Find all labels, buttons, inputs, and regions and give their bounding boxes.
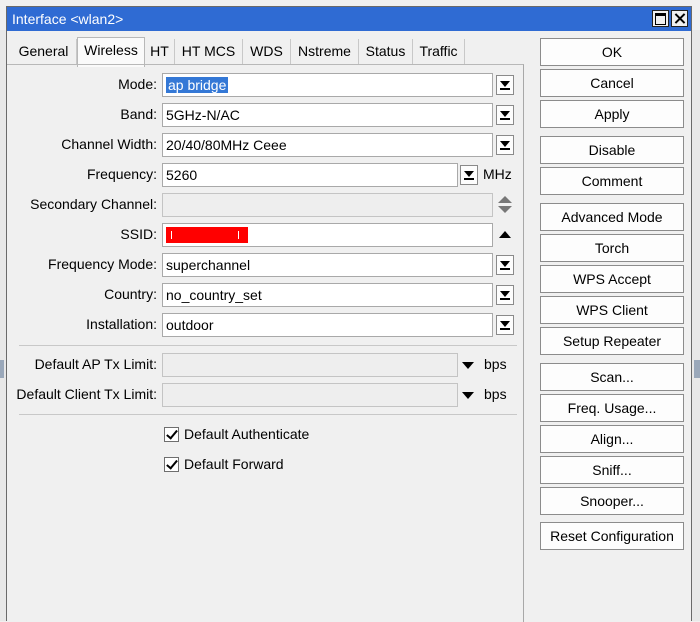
background-selected-row-left [0,360,4,378]
installation-row: Installation: outdoor [7,313,524,337]
tab-wireless[interactable]: Wireless [77,37,145,67]
disable-button[interactable]: Disable [540,136,684,164]
secondary-channel-up-icon[interactable] [498,196,512,203]
sniff-button[interactable]: Sniff... [540,456,684,484]
background-window-right [692,30,700,621]
tab-ht[interactable]: HT [145,39,175,65]
interface-dialog: Interface <wlan2> General Wireless HT HT… [6,6,692,622]
channel-width-row: Channel Width: 20/40/80MHz Ceee [7,133,524,157]
default-client-tx-limit-label: Default Client Tx Limit: [16,386,157,402]
country-label: Country: [104,286,157,302]
cancel-button[interactable]: Cancel [540,69,684,97]
frequency-row: Frequency: 5260 MHz [7,163,524,187]
tab-general[interactable]: General [11,39,77,65]
frequency-mode-select[interactable]: superchannel [162,253,493,277]
installation-label: Installation: [86,316,157,332]
mode-select[interactable]: ap bridge [162,73,493,97]
close-icon[interactable] [671,10,688,27]
frequency-dropdown-icon[interactable] [460,165,478,185]
secondary-channel-row: Secondary Channel: [7,193,524,217]
mode-label: Mode: [118,76,157,92]
background-selected-row-right [694,360,700,378]
title-bar[interactable]: Interface <wlan2> [7,7,691,31]
country-row: Country: no_country_set [7,283,524,307]
ssid-label: SSID: [120,226,157,242]
channel-width-select[interactable]: 20/40/80MHz Ceee [162,133,493,157]
reset-configuration-button[interactable]: Reset Configuration [540,522,684,550]
frequency-mode-dropdown-icon[interactable] [496,255,514,275]
advanced-mode-button[interactable]: Advanced Mode [540,203,684,231]
default-ap-tx-limit-unit: bps [484,356,507,372]
align-button[interactable]: Align... [540,425,684,453]
frequency-mode-row: Frequency Mode: superchannel [7,253,524,277]
wps-client-button[interactable]: WPS Client [540,296,684,324]
window-title: Interface <wlan2> [12,11,124,27]
mode-row: Mode: ap bridge [7,73,524,97]
separator [19,345,517,346]
separator [19,414,517,415]
ok-button[interactable]: OK [540,38,684,66]
ssid-redaction [166,227,248,243]
band-dropdown-icon[interactable] [496,105,514,125]
installation-select[interactable]: outdoor [162,313,493,337]
default-ap-tx-limit-input[interactable] [162,353,458,377]
tab-ht-mcs[interactable]: HT MCS [175,39,243,65]
default-client-tx-limit-unit: bps [484,386,507,402]
default-client-tx-limit-input[interactable] [162,383,458,407]
default-client-tx-limit-row: Default Client Tx Limit: bps [7,383,524,407]
maximize-icon[interactable] [652,10,669,27]
default-ap-tx-limit-label: Default AP Tx Limit: [34,356,157,372]
default-ap-tx-limit-row: Default AP Tx Limit: bps [7,353,524,377]
band-select[interactable]: 5GHz-N/AC [162,103,493,127]
tab-traffic[interactable]: Traffic [413,39,465,65]
snooper-button[interactable]: Snooper... [540,487,684,515]
ssid-row: SSID: [7,223,524,247]
tab-bar: General Wireless HT HT MCS WDS Nstreme S… [7,37,527,67]
torch-button[interactable]: Torch [540,234,684,262]
ssid-collapse-icon[interactable] [499,231,511,238]
country-select[interactable]: no_country_set [162,283,493,307]
frequency-select[interactable]: 5260 [162,163,458,187]
apply-button[interactable]: Apply [540,100,684,128]
secondary-channel-down-icon[interactable] [498,206,512,213]
default-forward-checkbox[interactable] [164,457,179,472]
setup-repeater-button[interactable]: Setup Repeater [540,327,684,355]
frequency-mode-label: Frequency Mode: [48,256,157,272]
tab-status[interactable]: Status [359,39,413,65]
freq-usage-button[interactable]: Freq. Usage... [540,394,684,422]
default-client-tx-limit-dropdown-icon[interactable] [462,392,474,399]
default-ap-tx-limit-dropdown-icon[interactable] [462,362,474,369]
mode-dropdown-icon[interactable] [496,75,514,95]
default-forward-label: Default Forward [184,456,284,472]
ssid-input[interactable] [162,223,493,247]
tab-wds[interactable]: WDS [243,39,291,65]
installation-dropdown-icon[interactable] [496,315,514,335]
secondary-channel-label: Secondary Channel: [30,196,157,212]
secondary-channel-select[interactable] [162,193,493,217]
default-authenticate-label: Default Authenticate [184,426,310,442]
channel-width-dropdown-icon[interactable] [496,135,514,155]
band-row: Band: 5GHz-N/AC [7,103,524,127]
wps-accept-button[interactable]: WPS Accept [540,265,684,293]
tab-nstreme[interactable]: Nstreme [291,39,359,65]
frequency-unit: MHz [483,166,512,182]
channel-width-label: Channel Width: [61,136,157,152]
comment-button[interactable]: Comment [540,167,684,195]
scan-button[interactable]: Scan... [540,363,684,391]
band-label: Band: [120,106,157,122]
frequency-label: Frequency: [86,166,157,182]
country-dropdown-icon[interactable] [496,285,514,305]
default-authenticate-checkbox[interactable] [164,427,179,442]
